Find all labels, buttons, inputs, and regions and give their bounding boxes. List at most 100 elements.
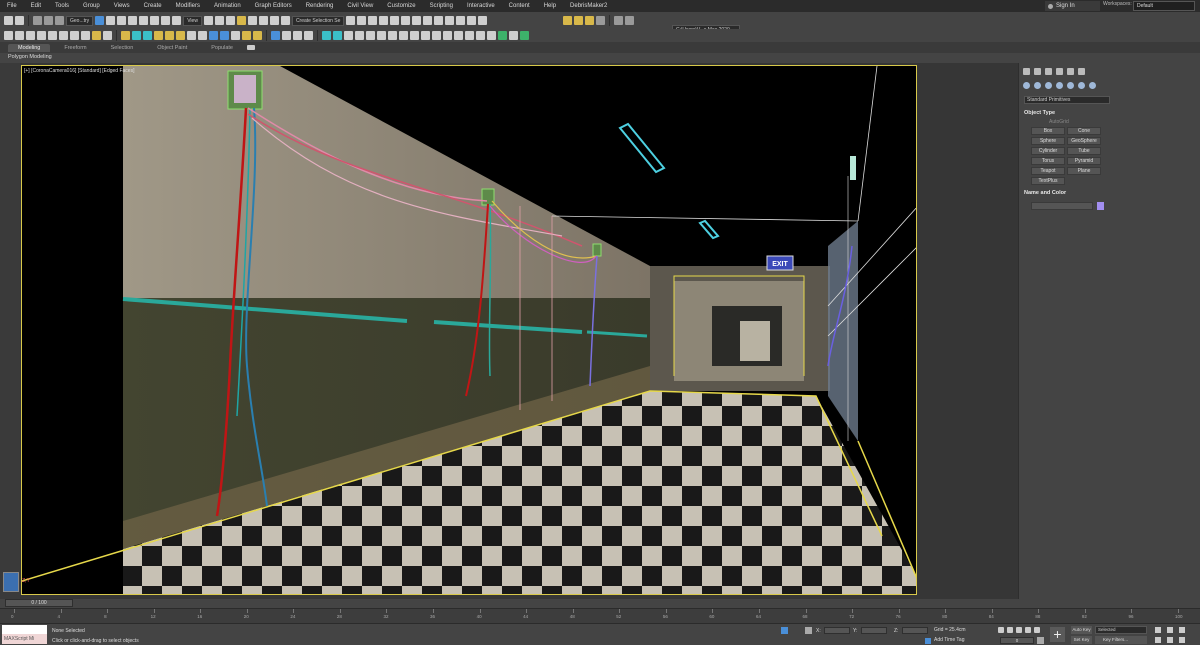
- tab-object-paint[interactable]: Object Paint: [147, 44, 197, 52]
- tool-icon-39[interactable]: [443, 31, 452, 40]
- tool-icon-41[interactable]: [465, 31, 474, 40]
- tool-icon-15[interactable]: [165, 31, 174, 40]
- modify-tab-icon[interactable]: [1034, 68, 1041, 75]
- tool-icon-26[interactable]: [293, 31, 302, 40]
- maxscript-listener-output[interactable]: [2, 625, 47, 634]
- geometry-icon[interactable]: [1023, 82, 1030, 89]
- tool-icon-44[interactable]: [498, 31, 507, 40]
- tool-icon-32[interactable]: [366, 31, 375, 40]
- render-in-cloud-icon[interactable]: [467, 16, 477, 25]
- tool-icon-11[interactable]: [121, 31, 130, 40]
- motion-tab-icon[interactable]: [1056, 68, 1063, 75]
- angle-snap-icon[interactable]: [247, 16, 257, 25]
- next-frame-icon[interactable]: [1025, 627, 1031, 633]
- menu-help[interactable]: Help: [537, 3, 563, 9]
- name-and-color-rollout-title[interactable]: Name and Color: [1024, 190, 1066, 196]
- tool-icon-37[interactable]: [421, 31, 430, 40]
- maxscript-mini-listener[interactable]: MAXScript Mi: [2, 634, 47, 644]
- helpers-icon[interactable]: [1067, 82, 1074, 89]
- create-tab-icon[interactable]: [1023, 68, 1030, 75]
- tool-icon-6[interactable]: [59, 31, 68, 40]
- object-name-field[interactable]: [1031, 202, 1093, 210]
- time-configuration-icon[interactable]: [1037, 637, 1044, 644]
- project-folder-icon[interactable]: [574, 16, 584, 25]
- move-icon[interactable]: [139, 16, 149, 25]
- lock-selection-icon[interactable]: [781, 627, 788, 634]
- curve-editor-icon[interactable]: [401, 16, 411, 25]
- tab-populate[interactable]: Populate: [201, 44, 243, 52]
- current-frame-field[interactable]: 0: [1000, 637, 1034, 644]
- hierarchy-tab-icon[interactable]: [1045, 68, 1052, 75]
- space-warps-icon[interactable]: [1078, 82, 1085, 89]
- scale-icon[interactable]: [161, 16, 171, 25]
- tool-icon-10[interactable]: [103, 31, 112, 40]
- tool-icon-19[interactable]: [209, 31, 218, 40]
- systems-icon[interactable]: [1089, 82, 1096, 89]
- tool-icon-30[interactable]: [344, 31, 353, 40]
- tool-icon-28[interactable]: [322, 31, 331, 40]
- menu-interactive[interactable]: Interactive: [460, 3, 502, 9]
- percent-snap-icon[interactable]: [258, 16, 268, 25]
- tool-icon-4[interactable]: [37, 31, 46, 40]
- unlink-icon[interactable]: [44, 16, 53, 25]
- menu-file[interactable]: File: [0, 3, 24, 9]
- teapot-button[interactable]: Teapot: [1031, 167, 1065, 175]
- display-tab-icon[interactable]: [1067, 68, 1074, 75]
- tab-freeform[interactable]: Freeform: [54, 44, 96, 52]
- track-bar[interactable]: 0 4 8 12 16 20 24 28 32 36 40 44 48 52 56 60 64 68 72 76 80 8…: [0, 608, 1200, 623]
- tool-icon-21[interactable]: [231, 31, 240, 40]
- tool-icon-16[interactable]: [176, 31, 185, 40]
- spinner-snap-icon[interactable]: [269, 16, 279, 25]
- layer-explorer-icon[interactable]: [379, 16, 389, 25]
- rotate-icon[interactable]: [150, 16, 160, 25]
- orbit-icon[interactable]: [1167, 637, 1173, 643]
- cone-button[interactable]: Cone: [1067, 127, 1101, 135]
- schematic-view-icon[interactable]: [412, 16, 422, 25]
- cameras-icon[interactable]: [1056, 82, 1063, 89]
- sphere-button[interactable]: Sphere: [1031, 137, 1065, 145]
- menu-civil-view[interactable]: Civil View: [340, 3, 380, 9]
- play-icon[interactable]: [1016, 627, 1022, 633]
- camera-viewport[interactable]: EXIT: [21, 65, 917, 595]
- z-coord-field[interactable]: [902, 627, 928, 634]
- menu-rendering[interactable]: Rendering: [299, 3, 341, 9]
- plane-button[interactable]: Plane: [1067, 167, 1101, 175]
- tool-icon-34[interactable]: [388, 31, 397, 40]
- viewport-label[interactable]: [+] [CoronaCamera016] [Standard] [Edged …: [24, 68, 134, 74]
- tab-selection[interactable]: Selection: [101, 44, 144, 52]
- set-key-button[interactable]: Set Key: [1071, 636, 1092, 644]
- menu-content[interactable]: Content: [502, 3, 537, 9]
- toggle-scene-explorer-icon[interactable]: [368, 16, 378, 25]
- material-editor-icon[interactable]: [423, 16, 433, 25]
- zoom-all-icon[interactable]: [1167, 627, 1173, 633]
- add-time-tag-button[interactable]: Add Time Tag: [934, 637, 964, 643]
- tool-icon-38[interactable]: [432, 31, 441, 40]
- tool-icon-8[interactable]: [81, 31, 90, 40]
- x-coord-field[interactable]: [824, 627, 850, 634]
- time-slider[interactable]: 0 / 100: [0, 599, 1200, 608]
- tool-icon-17[interactable]: [187, 31, 196, 40]
- time-tag-icon[interactable]: [925, 638, 931, 644]
- chevron-down-icon[interactable]: [520, 31, 529, 40]
- tool-icon-24[interactable]: [271, 31, 280, 40]
- key-filters-button[interactable]: Key Filters...: [1095, 636, 1147, 644]
- menu-scripting[interactable]: Scripting: [423, 3, 460, 9]
- viewport-layout-tab[interactable]: [3, 572, 19, 592]
- go-to-start-icon[interactable]: [998, 627, 1004, 633]
- y-coord-field[interactable]: [861, 627, 887, 634]
- redo-icon[interactable]: [15, 16, 24, 25]
- tool-icon-33[interactable]: [377, 31, 386, 40]
- menu-tools[interactable]: Tools: [48, 3, 76, 9]
- toolbar-extra-icon-1[interactable]: [614, 16, 624, 25]
- window-crossing-icon[interactable]: [128, 16, 138, 25]
- tab-modeling[interactable]: Modeling: [8, 43, 51, 52]
- maximize-viewport-icon[interactable]: [1179, 637, 1185, 643]
- create-key-icon[interactable]: +: [1050, 627, 1065, 642]
- keyboard-shortcut-icon[interactable]: [225, 16, 235, 25]
- select-by-name-icon[interactable]: [106, 16, 116, 25]
- tube-button[interactable]: Tube: [1067, 147, 1101, 155]
- set-project-folder-icon[interactable]: [585, 16, 595, 25]
- place-icon[interactable]: [172, 16, 182, 25]
- reference-coordinate-dropdown[interactable]: View: [183, 15, 202, 26]
- align-icon[interactable]: [357, 16, 367, 25]
